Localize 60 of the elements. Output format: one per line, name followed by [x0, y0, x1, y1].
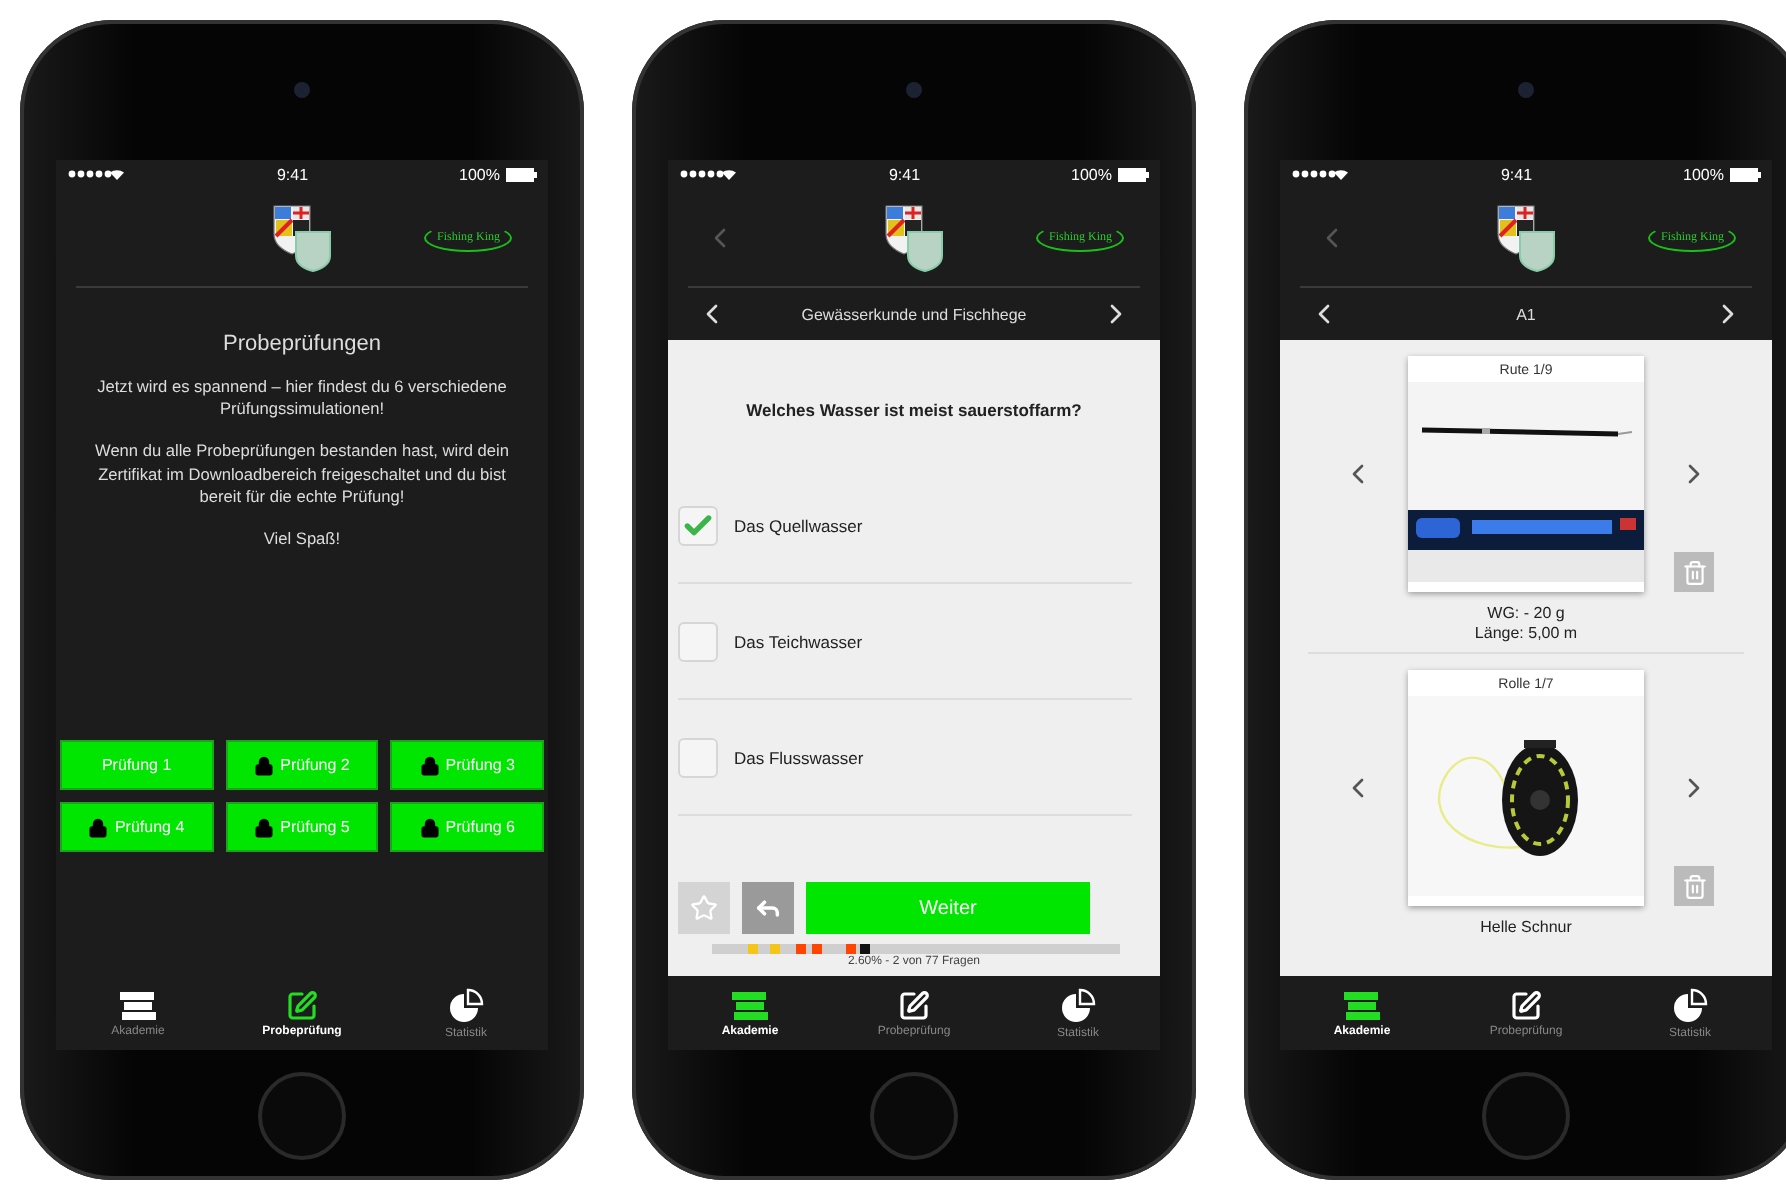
page-title: Probeprüfungen: [221, 332, 383, 356]
answer-label: Das Flusswasser: [734, 747, 864, 767]
home-button[interactable]: [1482, 1071, 1570, 1159]
books-icon: [730, 989, 770, 1021]
pie-chart-icon: [1672, 987, 1708, 1023]
answer-checkbox[interactable]: [678, 621, 718, 661]
crest-icon: [272, 203, 332, 271]
item-caption: Helle Schnur: [1480, 918, 1572, 938]
intro-text: Viel Spaß!: [261, 527, 343, 551]
battery-icon: [505, 167, 538, 181]
answer-checkbox[interactable]: [678, 737, 718, 777]
battery-icon: [1117, 167, 1150, 181]
back-answer-button[interactable]: [742, 882, 794, 934]
edit-icon: [1510, 989, 1542, 1021]
intro-text: Jetzt wird es spannend – hier findest du 6 verschiedene Prüfungssimulationen!: [95, 376, 509, 421]
section-title: A1: [1516, 305, 1536, 323]
answer-checkbox[interactable]: [678, 505, 718, 545]
lock-icon: [419, 755, 440, 775]
question-text: Welches Wasser ist meist sauerstoffarm?: [744, 400, 1084, 420]
intro-text: Wenn du alle Probeprüfungen bestanden hast, wird dein Zertifikat im Downloadbereich freigeschaltet und du bist bereit für die echte Prüfung!: [93, 440, 511, 508]
status-time: 9:41: [888, 165, 921, 183]
battery-percentage: 100%: [459, 165, 500, 183]
item-caption: Länge: 5,00 m: [1474, 624, 1578, 644]
answer-label: Das Teichwasser: [734, 631, 863, 651]
answer-label: Das Quellwasser: [734, 515, 863, 535]
delete-button[interactable]: [1674, 552, 1714, 592]
signal-icon: [1290, 168, 1350, 180]
trash-icon: [1681, 873, 1707, 899]
section-title: Gewässerkunde und Fischhege: [801, 305, 1027, 323]
edit-icon: [898, 989, 930, 1021]
camera: [906, 82, 922, 98]
status-time: 9:41: [276, 165, 309, 183]
crest-icon: [1496, 203, 1556, 271]
delete-button[interactable]: [1674, 866, 1714, 906]
lock-icon: [254, 755, 275, 775]
books-icon: [1342, 989, 1382, 1021]
signal-icon: [66, 168, 126, 180]
home-button[interactable]: [870, 1071, 958, 1159]
camera: [294, 82, 310, 98]
books-icon: [118, 989, 158, 1021]
lock-icon: [88, 817, 109, 837]
check-icon: [682, 509, 714, 541]
home-button[interactable]: [258, 1071, 346, 1159]
signal-icon: [678, 168, 738, 180]
pie-chart-icon: [448, 987, 484, 1023]
pie-chart-icon: [1060, 987, 1096, 1023]
trash-icon: [1681, 559, 1707, 585]
crest-icon: [884, 203, 944, 271]
camera: [1518, 82, 1534, 98]
lock-icon: [419, 817, 440, 837]
battery-percentage: 100%: [1071, 165, 1112, 183]
battery-percentage: 100%: [1683, 165, 1724, 183]
battery-icon: [1729, 167, 1762, 181]
lock-icon: [254, 817, 275, 837]
status-time: 9:41: [1500, 165, 1533, 183]
favorite-button[interactable]: [678, 882, 730, 934]
item-caption: WG: - 20 g: [1487, 604, 1565, 624]
star-icon: [690, 894, 718, 922]
reply-icon: [754, 894, 782, 922]
edit-icon: [286, 989, 318, 1021]
